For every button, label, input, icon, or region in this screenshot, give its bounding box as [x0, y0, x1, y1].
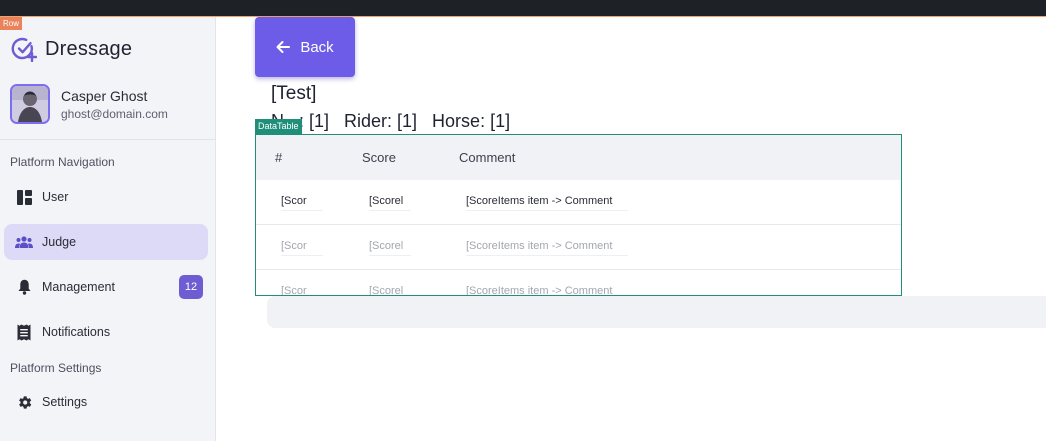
section-title-navigation: Platform Navigation: [10, 155, 115, 169]
table-row[interactable]: [Scor [Scorel [ScoreItems item -> Commen…: [256, 225, 901, 270]
sidebar-item-label: Management: [42, 280, 115, 294]
sidebar-divider: [0, 139, 215, 140]
cell-number: [Scor: [281, 240, 323, 256]
sidebar-item-label: Judge: [42, 235, 77, 249]
cell-comment: [ScoreItems item -> Comment: [466, 240, 628, 256]
avatar-image: [12, 86, 48, 122]
back-button-label: Back: [300, 38, 334, 56]
table-header: # Score Comment: [256, 135, 901, 180]
sidebar-item-label: User: [42, 190, 69, 204]
sidebar: Dressage Casper Ghost ghost@domain.com P…: [0, 17, 216, 441]
back-button[interactable]: Back: [255, 17, 355, 77]
avatar: [10, 84, 50, 124]
page-title: [Test]: [271, 83, 317, 104]
score-data-table[interactable]: # Score Comment [Scor [Scorel [ScoreItem…: [255, 134, 902, 296]
sidebar-item-management[interactable]: Management 12: [4, 269, 208, 305]
arrow-left-icon: [276, 41, 291, 53]
test-info-line: N...: [1] Rider: [1] Horse: [1]: [271, 111, 511, 131]
table-footer-bar: [267, 296, 1046, 328]
cell-score: [Scorel: [369, 285, 411, 295]
table-row[interactable]: [Scor [Scorel [ScoreItems item -> Commen…: [256, 180, 901, 225]
cell-score: [Scorel: [369, 240, 411, 256]
column-header-comment[interactable]: Comment: [459, 150, 515, 165]
sidebar-item-judge[interactable]: Judge: [4, 224, 208, 260]
cell-comment: [ScoreItems item -> Comment: [466, 285, 628, 295]
window-top-bar: [0, 0, 1046, 16]
row-debug-tag: Row: [0, 17, 23, 30]
brand[interactable]: Dressage: [11, 36, 132, 62]
user-name: Casper Ghost: [61, 87, 148, 104]
sidebar-item-notifications[interactable]: Notifications: [4, 314, 208, 350]
cell-score: [Scorel: [369, 195, 411, 211]
cell-comment: [ScoreItems item -> Comment: [466, 195, 628, 211]
user-profile[interactable]: Casper Ghost ghost@domain.com: [10, 84, 168, 124]
cell-number: [Scor: [281, 285, 323, 295]
app-name: Dressage: [45, 37, 133, 60]
table-row[interactable]: [Scor [Scorel [ScoreItems item -> Commen…: [256, 270, 901, 295]
gear-icon: [15, 393, 33, 411]
user-email: ghost@domain.com: [61, 106, 168, 121]
column-header-score[interactable]: Score: [362, 150, 396, 165]
sidebar-item-label: Notifications: [42, 325, 111, 339]
sidebar-item-settings[interactable]: Settings: [4, 384, 208, 420]
cell-number: [Scor: [281, 195, 323, 211]
bell-icon: [15, 278, 33, 296]
sidebar-item-label: Settings: [42, 395, 88, 409]
dashboard-icon: [15, 188, 33, 206]
people-icon: [15, 233, 33, 251]
notification-count-badge: 12: [179, 275, 203, 299]
receipt-icon: [15, 323, 33, 341]
datatable-debug-tag: DataTable: [255, 119, 302, 134]
column-header-number[interactable]: #: [275, 150, 282, 165]
check-plus-circle-icon: [11, 37, 37, 62]
section-title-settings: Platform Settings: [10, 361, 102, 375]
sidebar-item-user[interactable]: User: [4, 179, 208, 215]
